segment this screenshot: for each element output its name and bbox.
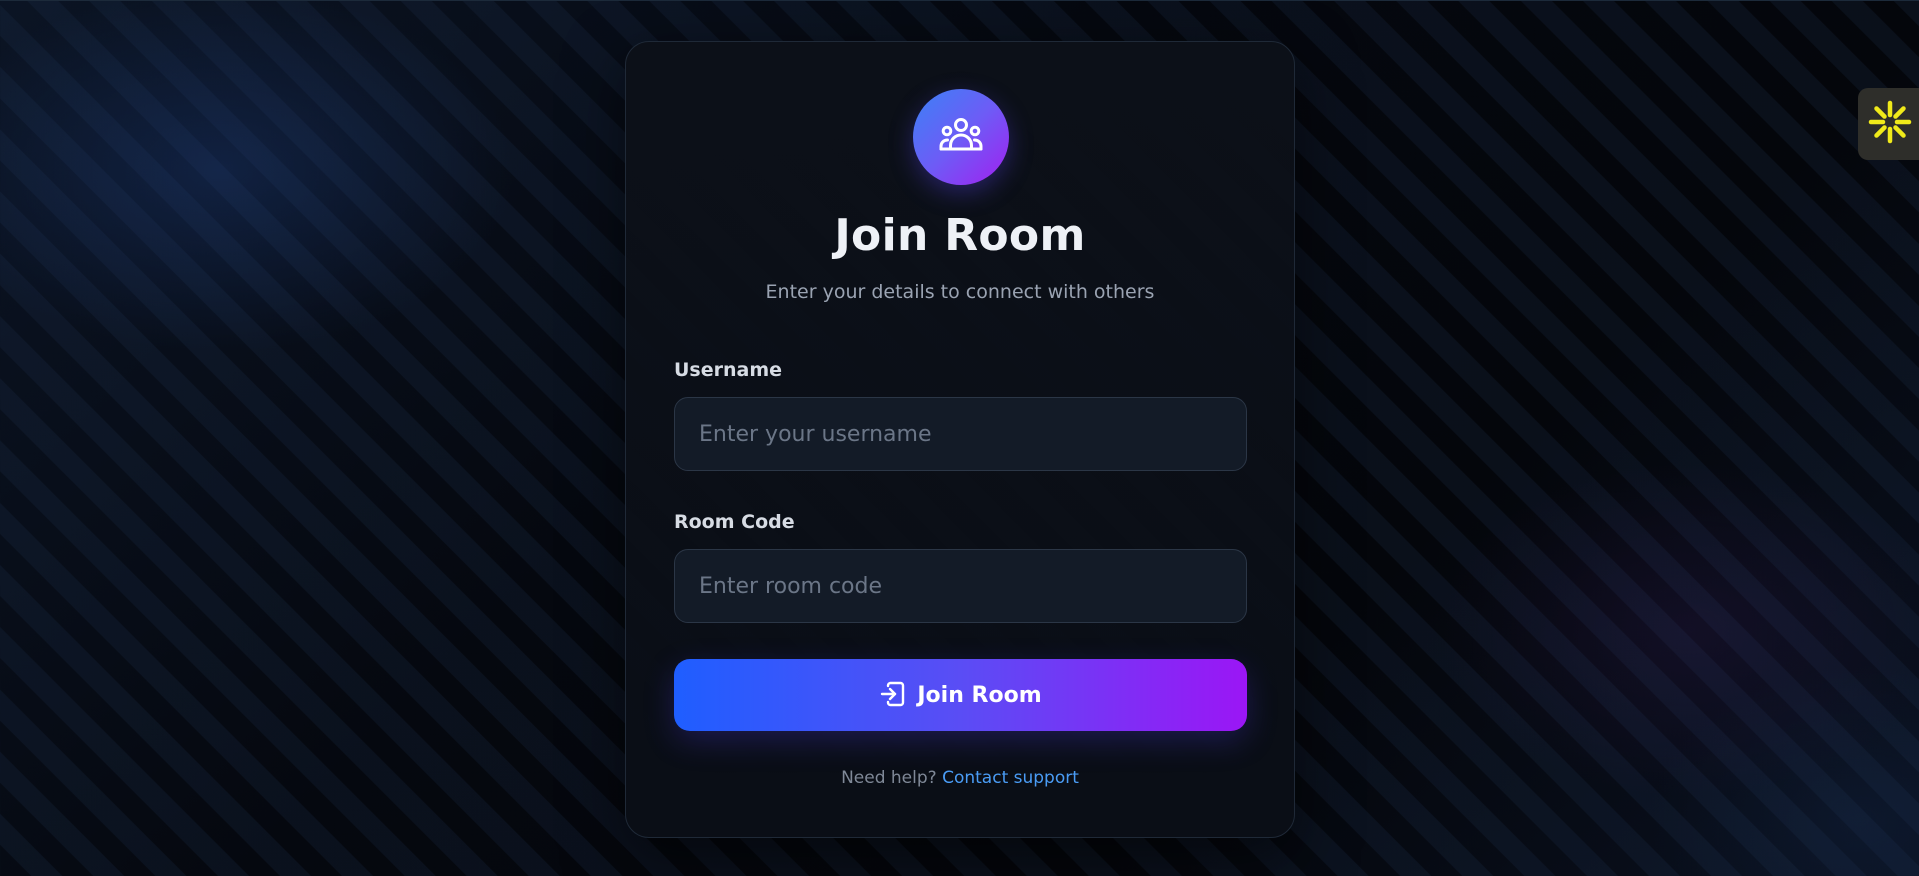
join-room-card: Join Room Enter your details to connect …	[625, 41, 1295, 838]
room-code-label: Room Code	[674, 511, 795, 533]
page-subtitle: Enter your details to connect with other…	[765, 281, 1155, 303]
page-title: Join Room	[834, 210, 1086, 261]
help-footer: Need help? Contact support	[626, 768, 1294, 788]
username-input[interactable]	[674, 397, 1247, 471]
join-room-button[interactable]: Join Room	[674, 659, 1247, 731]
room-code-input[interactable]	[674, 549, 1247, 623]
users-group-icon	[938, 116, 984, 158]
sparkle-icon	[1867, 99, 1913, 149]
room-logo	[913, 89, 1009, 185]
username-label: Username	[674, 359, 783, 381]
side-widget-button[interactable]	[1858, 88, 1919, 160]
contact-support-link[interactable]: Contact support	[942, 768, 1079, 788]
join-room-button-label: Join Room	[917, 682, 1042, 708]
top-border-line	[0, 0, 1919, 1]
login-icon	[879, 681, 905, 710]
help-text: Need help?	[841, 768, 937, 788]
